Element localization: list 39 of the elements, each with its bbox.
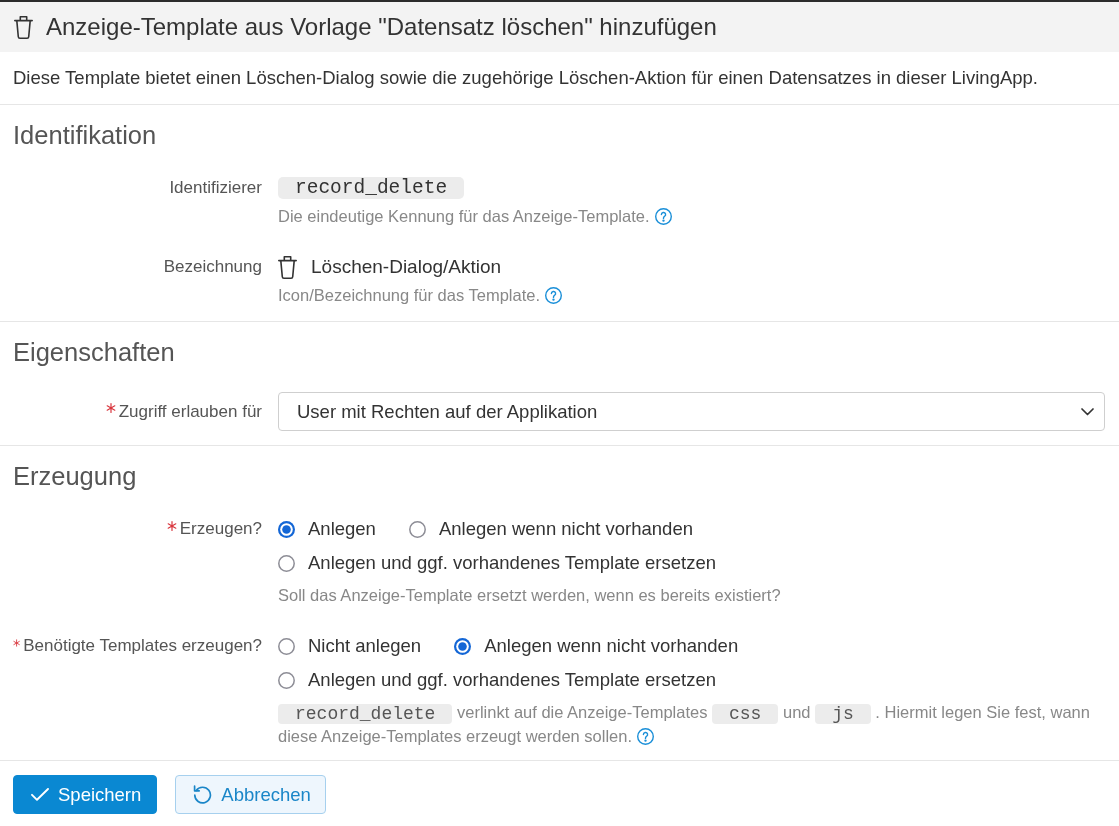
radio-label[interactable]: Anlegen und ggf. vorhandenes Template ersetzen xyxy=(308,669,716,691)
help-icon[interactable] xyxy=(637,728,655,745)
section-heading: Erzeugung xyxy=(13,461,138,491)
radio-label[interactable]: Nicht anlegen xyxy=(308,635,422,657)
radio-label[interactable]: Anlegen wenn nicht vorhanden xyxy=(438,518,693,540)
check-icon xyxy=(31,788,49,801)
section-heading: Eigenschaften xyxy=(13,337,176,367)
radio-button[interactable] xyxy=(278,554,295,572)
help-text: Icon/Bezeichnung für das Template. xyxy=(278,283,1105,307)
field-label: Identifizierer xyxy=(169,178,262,198)
radio-button[interactable] xyxy=(454,637,472,655)
radio-button[interactable] xyxy=(278,671,295,689)
field-label: Benötigte Templates erzeugen? xyxy=(23,636,262,656)
help-icon[interactable] xyxy=(654,208,672,225)
radio-label[interactable]: Anlegen xyxy=(308,518,376,540)
radio-button[interactable] xyxy=(278,520,295,538)
help-text: Soll das Anzeige-Template ersetzt werden, wenn es bereits existiert? xyxy=(278,585,782,606)
trash-icon xyxy=(278,255,297,279)
help-text: Die eindeutige Kennung für das Anzeige-Template. xyxy=(278,204,1105,228)
help-text: record_delete verlinkt auf die Anzeige-Templates css und js . Hiermit legen Sie fest, wann diese Anzeige-Templates erzeugt werden sollen. xyxy=(278,702,1091,747)
radio-button[interactable] xyxy=(408,520,426,538)
section-heading: Identifikation xyxy=(13,120,158,150)
undo-icon xyxy=(193,785,213,804)
cancel-button[interactable]: Abbrechen xyxy=(175,775,326,814)
save-button[interactable]: Speichern xyxy=(13,775,158,814)
dialog-description: Diese Template bietet einen Löschen-Dialog sowie die zugehörige Löschen-Aktion für einen Datensatzes in dieser LivingApp. xyxy=(13,67,1038,89)
dialog-title: Anzeige-Template aus Vorlage "Datensatz löschen" hinzufügen xyxy=(46,13,717,41)
field-label: Zugriff erlauben für xyxy=(118,401,262,422)
trash-icon xyxy=(14,15,33,39)
label-value: Löschen-Dialog/Aktion xyxy=(311,256,502,278)
select-field[interactable]: User mit Rechten auf der Applikation xyxy=(278,392,1105,431)
chevron-down-icon xyxy=(1081,407,1094,416)
identifier-value: record_delete xyxy=(278,177,465,199)
radio-label[interactable]: Anlegen und ggf. vorhandenes Template ersetzen xyxy=(308,552,716,574)
radio-label[interactable]: Anlegen wenn nicht vorhanden xyxy=(484,635,739,657)
field-label: Bezeichnung xyxy=(163,257,262,277)
help-icon[interactable] xyxy=(545,287,563,304)
radio-button[interactable] xyxy=(278,637,295,655)
field-label: Erzeugen? xyxy=(179,519,262,539)
